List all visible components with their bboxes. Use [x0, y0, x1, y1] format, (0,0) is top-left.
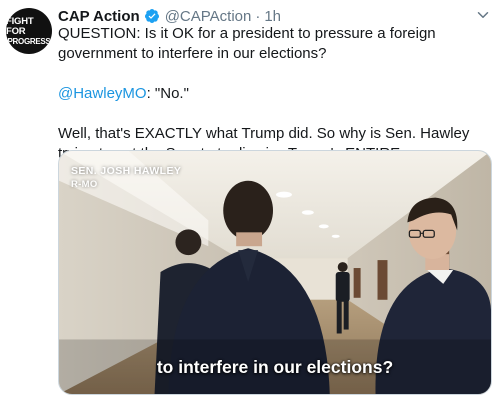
- mention-link[interactable]: @HawleyMO: [58, 85, 147, 102]
- author-name[interactable]: CAP Action: [58, 8, 140, 25]
- author-handle[interactable]: @CAPAction: [165, 8, 252, 25]
- avatar-text-line2: PROGRESS: [7, 36, 51, 46]
- tweet-question: QUESTION: Is it OK for a president to pr…: [58, 25, 436, 62]
- tweet-timestamp[interactable]: 1h: [264, 8, 281, 25]
- avatar[interactable]: FIGHT FOR PROGRESS: [6, 8, 52, 54]
- lower-third-name: SEN. JOSH HAWLEY: [71, 165, 182, 177]
- lower-third: SEN. JOSH HAWLEY R-MO: [71, 165, 181, 190]
- separator-dot: ·: [255, 7, 261, 25]
- avatar-text-line1: FIGHT FOR: [6, 15, 34, 37]
- chevron-down-icon[interactable]: [474, 6, 492, 24]
- video-caption: to interfere in our elections?: [156, 357, 394, 377]
- quote-text: : "No.": [146, 85, 189, 102]
- tweet-quote: @HawleyMO: "No.": [58, 84, 494, 104]
- verified-badge-icon: [144, 9, 159, 23]
- tweet-header: CAP Action @CAPAction · 1h: [58, 6, 281, 26]
- video-player[interactable]: SEN. JOSH HAWLEY R-MO to interfere in ou…: [58, 150, 492, 395]
- lower-third-affiliation: R-MO: [71, 179, 98, 190]
